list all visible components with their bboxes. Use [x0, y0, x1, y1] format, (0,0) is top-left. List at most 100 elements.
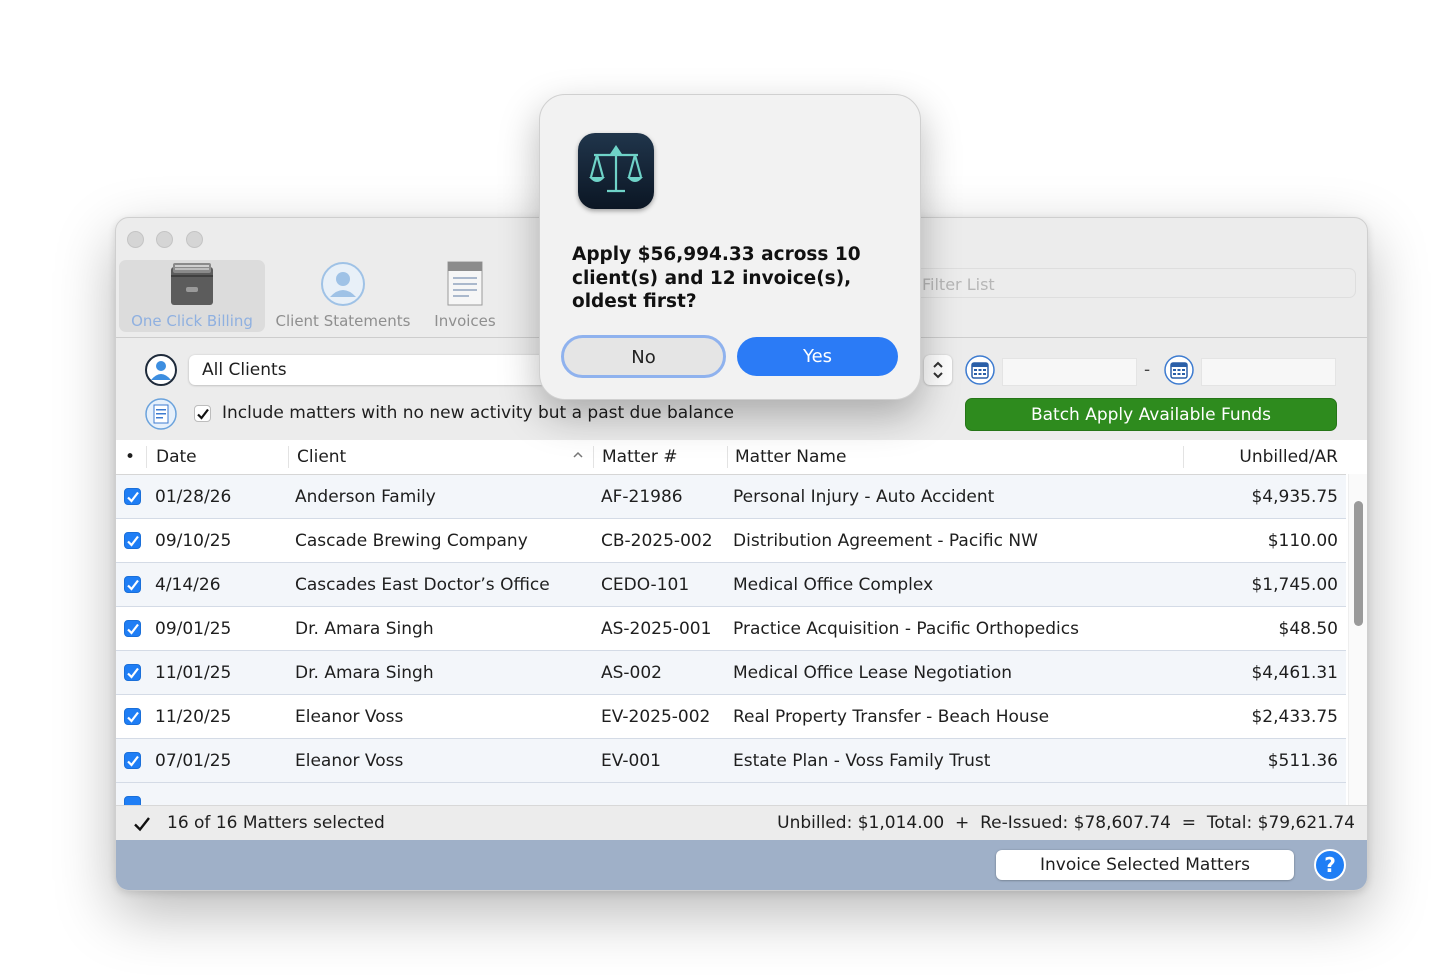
checkmark-icon — [127, 579, 139, 591]
scales-of-justice-icon — [578, 133, 654, 209]
yes-button[interactable]: Yes — [737, 337, 898, 376]
table-row[interactable]: 09/10/25 Cascade Brewing Company CB-2025-0… — [116, 519, 1346, 563]
row-checkbox[interactable] — [124, 664, 141, 681]
row-checkbox[interactable] — [124, 708, 141, 725]
row-amount: $1,745.00 — [1251, 575, 1338, 595]
help-button[interactable]: ? — [1314, 849, 1346, 881]
table-scrollbar[interactable] — [1348, 474, 1367, 805]
row-client: Cascades East Doctor’s Office — [295, 575, 550, 595]
row-matter-name: Practice Acquisition - Pacific Orthopedi… — [733, 619, 1079, 639]
calendar-end-icon[interactable] — [1164, 355, 1194, 385]
toolbar-one-click-billing[interactable]: One Click Billing — [119, 260, 265, 332]
client-column-header[interactable]: Client — [297, 447, 346, 467]
confirm-apply-funds-dialog: Apply $56,994.33 across 10 client(s) and… — [539, 94, 921, 400]
table-header: • Date Client Matter # Matter Name Unbil… — [116, 440, 1346, 475]
calendar-start-icon[interactable] — [965, 355, 995, 385]
statement-icon — [145, 398, 177, 430]
row-date: 11/20/25 — [155, 707, 232, 727]
client-person-icon — [145, 354, 177, 386]
checkmark-icon — [127, 755, 139, 767]
unbilled-ar-column-header[interactable]: Unbilled/AR — [1239, 447, 1338, 467]
dialog-message: Apply $56,994.33 across 10 client(s) and… — [572, 244, 861, 312]
row-amount: $2,433.75 — [1251, 707, 1338, 727]
row-amount: $48.50 — [1278, 619, 1338, 639]
checkmark-icon — [127, 711, 139, 723]
start-date-field[interactable] — [1002, 358, 1137, 386]
file-box-icon — [171, 263, 213, 305]
row-matter-name: Medical Office Complex — [733, 575, 934, 595]
totals-label: Unbilled: $1,014.00 + Re-Issued: $78,607… — [777, 813, 1355, 833]
row-amount: $4,935.75 — [1251, 487, 1338, 507]
row-amount: $110.00 — [1267, 531, 1338, 551]
include-past-due-label: Include matters with no new activity but… — [222, 403, 734, 423]
table-row[interactable]: 4/14/26 Cascades East Doctor’s Office CEDO… — [116, 563, 1346, 607]
toolbar-label: Invoices — [434, 312, 496, 330]
date-separator: - — [1144, 360, 1151, 380]
row-matter-name: Distribution Agreement - Pacific NW — [733, 531, 1038, 551]
table-row[interactable]: 07/01/25 Eleanor Voss EV-001 Estate Plan - … — [116, 739, 1346, 783]
select-arrows[interactable] — [924, 355, 952, 385]
sort-ascending-icon — [573, 451, 583, 458]
row-checkbox[interactable] — [124, 488, 141, 505]
table-row[interactable]: 11/01/25 Dr. Amara Singh AS-002 Medical Off… — [116, 651, 1346, 695]
row-checkbox[interactable] — [124, 532, 141, 549]
filter-list-input[interactable]: Filter List — [911, 268, 1356, 298]
row-amount: $4,461.31 — [1251, 663, 1338, 683]
row-date: 11/01/25 — [155, 663, 232, 683]
row-matter-number: AF-21986 — [601, 487, 683, 507]
row-date: 07/01/25 — [155, 751, 232, 771]
row-matter-number: AS-002 — [601, 663, 663, 683]
scrollbar-thumb[interactable] — [1354, 501, 1363, 626]
row-matter-number: EV-2025-002 — [601, 707, 711, 727]
matter-name-column-header[interactable]: Matter Name — [735, 447, 846, 467]
row-amount: $511.36 — [1267, 751, 1338, 771]
select-column-header[interactable]: • — [125, 447, 135, 467]
checkmark-icon — [127, 491, 139, 503]
table-row[interactable]: 09/01/25 Dr. Amara Singh AS-2025-001 Practi… — [116, 607, 1346, 651]
client-select[interactable]: All Clients — [189, 355, 549, 385]
row-matter-name: Medical Office Lease Negotiation — [733, 663, 1013, 683]
minimize-window-button[interactable] — [156, 231, 173, 248]
end-date-field[interactable] — [1201, 358, 1336, 386]
invoice-doc-icon — [447, 261, 483, 306]
select-all-checkmark-icon[interactable] — [133, 815, 151, 833]
row-date: 09/01/25 — [155, 619, 232, 639]
row-client: Eleanor Voss — [295, 751, 404, 771]
zoom-window-button[interactable] — [186, 231, 203, 248]
person-circle-icon — [321, 262, 365, 306]
toolbar-invoices[interactable]: Invoices — [426, 260, 504, 332]
table-row-partial[interactable] — [116, 783, 1346, 805]
date-column-header[interactable]: Date — [156, 447, 197, 467]
row-checkbox[interactable] — [124, 620, 141, 637]
row-matter-name: Estate Plan - Voss Family Trust — [733, 751, 991, 771]
toolbar-client-statements[interactable]: Client Statements — [273, 260, 413, 332]
row-checkbox[interactable] — [124, 576, 141, 593]
checkmark-icon — [127, 535, 139, 547]
row-client: Dr. Amara Singh — [295, 619, 434, 639]
matters-table: • Date Client Matter # Matter Name Unbil… — [116, 440, 1367, 805]
row-matter-number: AS-2025-001 — [601, 619, 712, 639]
row-date: 4/14/26 — [155, 575, 221, 595]
row-checkbox[interactable] — [124, 796, 141, 805]
no-button[interactable]: No — [561, 335, 726, 378]
row-date: 09/10/25 — [155, 531, 232, 551]
row-matter-name: Personal Injury - Auto Accident — [733, 487, 995, 507]
row-client: Cascade Brewing Company — [295, 531, 528, 551]
row-checkbox[interactable] — [124, 752, 141, 769]
checkmark-icon — [197, 408, 209, 420]
row-matter-name: Real Property Transfer - Beach House — [733, 707, 1050, 727]
batch-apply-funds-button[interactable]: Batch Apply Available Funds — [965, 398, 1337, 431]
selection-footer: 16 of 16 Matters selected Unbilled: $1,0… — [116, 805, 1367, 841]
row-matter-number: CEDO-101 — [601, 575, 690, 595]
invoice-selected-matters-button[interactable]: Invoice Selected Matters — [996, 850, 1294, 880]
close-window-button[interactable] — [127, 231, 144, 248]
row-client: Anderson Family — [295, 487, 436, 507]
table-row[interactable]: 01/28/26 Anderson Family AF-21986 Personal … — [116, 475, 1346, 519]
table-row[interactable]: 11/20/25 Eleanor Voss EV-2025-002 Real Prop… — [116, 695, 1346, 739]
include-past-due-checkbox[interactable] — [194, 405, 211, 422]
toolbar-label: One Click Billing — [131, 312, 253, 330]
matter-number-column-header[interactable]: Matter # — [602, 447, 678, 467]
toolbar-label: Client Statements — [275, 312, 411, 330]
checkmark-icon — [127, 667, 139, 679]
row-client: Dr. Amara Singh — [295, 663, 434, 683]
